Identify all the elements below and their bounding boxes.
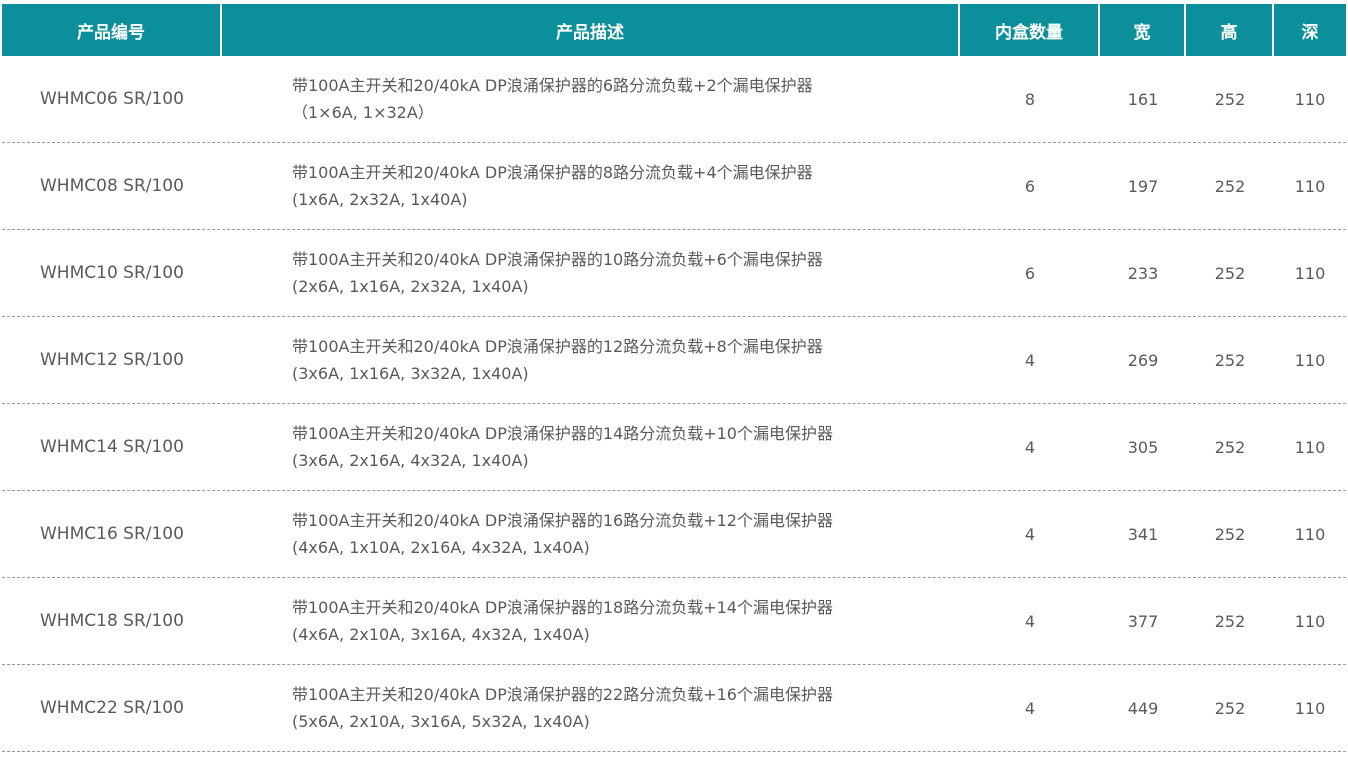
table-row: WHMC06 SR/100 带100A主开关和20/40kA DP浪涌保护器的6… xyxy=(2,56,1346,143)
header-inner-box-quantity: 内盒数量 xyxy=(960,4,1100,56)
depth-value: 110 xyxy=(1294,611,1326,631)
product-description: 带100A主开关和20/40kA DP浪涌保护器的18路分流负载+14个漏电保护… xyxy=(222,578,960,664)
table-row: WHMC12 SR/100 带100A主开关和20/40kA DP浪涌保护器的1… xyxy=(2,317,1346,404)
description-line: 带100A主开关和20/40kA DP浪涌保护器的16路分流负载+12个漏电保护… xyxy=(292,511,833,530)
depth-value: 110 xyxy=(1294,350,1326,370)
product-description: 带100A主开关和20/40kA DP浪涌保护器的6路分流负载+2个漏电保护器 … xyxy=(222,56,960,142)
header-product-description: 产品描述 xyxy=(222,4,960,56)
description-line: 带100A主开关和20/40kA DP浪涌保护器的10路分流负载+6个漏电保护器 xyxy=(292,250,823,269)
table-row: WHMC14 SR/100 带100A主开关和20/40kA DP浪涌保护器的1… xyxy=(2,404,1346,491)
description-spec: (5x6A, 2x10A, 3x16A, 5x32A, 1x40A) xyxy=(292,712,590,731)
inner-box-quantity: 6 xyxy=(1024,176,1036,196)
product-code: WHMC12 SR/100 xyxy=(40,350,184,370)
product-description: 带100A主开关和20/40kA DP浪涌保护器的10路分流负载+6个漏电保护器… xyxy=(222,230,960,316)
description-line: 带100A主开关和20/40kA DP浪涌保护器的22路分流负载+16个漏电保护… xyxy=(292,685,833,704)
description-spec: （1×6A, 1×32A） xyxy=(292,103,434,122)
width-value: 305 xyxy=(1127,437,1159,457)
table-header: 产品编号 产品描述 内盒数量 宽 高 深 xyxy=(2,4,1346,56)
width-value: 449 xyxy=(1127,698,1159,718)
height-value: 252 xyxy=(1214,89,1246,109)
table-row: WHMC22 SR/100 带100A主开关和20/40kA DP浪涌保护器的2… xyxy=(2,665,1346,752)
width-value: 269 xyxy=(1127,350,1159,370)
height-value: 252 xyxy=(1214,350,1246,370)
product-description: 带100A主开关和20/40kA DP浪涌保护器的14路分流负载+10个漏电保护… xyxy=(222,404,960,490)
description-line: 带100A主开关和20/40kA DP浪涌保护器的8路分流负载+4个漏电保护器 xyxy=(292,163,813,182)
product-code: WHMC18 SR/100 xyxy=(40,611,184,631)
product-table: 产品编号 产品描述 内盒数量 宽 高 深 WHMC06 SR/100 带100A… xyxy=(2,4,1346,752)
product-description: 带100A主开关和20/40kA DP浪涌保护器的22路分流负载+16个漏电保护… xyxy=(222,665,960,751)
table-row: WHMC10 SR/100 带100A主开关和20/40kA DP浪涌保护器的1… xyxy=(2,230,1346,317)
height-value: 252 xyxy=(1214,611,1246,631)
depth-value: 110 xyxy=(1294,263,1326,283)
product-code: WHMC16 SR/100 xyxy=(40,524,184,544)
width-value: 377 xyxy=(1127,611,1159,631)
description-line: 带100A主开关和20/40kA DP浪涌保护器的18路分流负载+14个漏电保护… xyxy=(292,598,833,617)
description-spec: (4x6A, 2x10A, 3x16A, 4x32A, 1x40A) xyxy=(292,625,590,644)
width-value: 341 xyxy=(1127,524,1159,544)
product-description: 带100A主开关和20/40kA DP浪涌保护器的8路分流负载+4个漏电保护器 … xyxy=(222,143,960,229)
inner-box-quantity: 4 xyxy=(1024,611,1036,631)
inner-box-quantity: 4 xyxy=(1024,524,1036,544)
width-value: 233 xyxy=(1127,263,1159,283)
header-depth: 深 xyxy=(1274,4,1346,56)
width-value: 197 xyxy=(1127,176,1159,196)
description-line: 带100A主开关和20/40kA DP浪涌保护器的14路分流负载+10个漏电保护… xyxy=(292,424,833,443)
height-value: 252 xyxy=(1214,524,1246,544)
table-row: WHMC18 SR/100 带100A主开关和20/40kA DP浪涌保护器的1… xyxy=(2,578,1346,665)
inner-box-quantity: 8 xyxy=(1024,89,1036,109)
inner-box-quantity: 4 xyxy=(1024,698,1036,718)
description-spec: (1x6A, 2x32A, 1x40A) xyxy=(292,190,468,209)
description-line: 带100A主开关和20/40kA DP浪涌保护器的12路分流负载+8个漏电保护器 xyxy=(292,337,823,356)
table-row: WHMC16 SR/100 带100A主开关和20/40kA DP浪涌保护器的1… xyxy=(2,491,1346,578)
product-description: 带100A主开关和20/40kA DP浪涌保护器的16路分流负载+12个漏电保护… xyxy=(222,491,960,577)
depth-value: 110 xyxy=(1294,89,1326,109)
product-code: WHMC06 SR/100 xyxy=(40,89,184,109)
depth-value: 110 xyxy=(1294,437,1326,457)
height-value: 252 xyxy=(1214,698,1246,718)
header-width: 宽 xyxy=(1100,4,1186,56)
description-spec: (2x6A, 1x16A, 2x32A, 1x40A) xyxy=(292,277,529,296)
description-spec: (3x6A, 1x16A, 3x32A, 1x40A) xyxy=(292,364,529,383)
product-code: WHMC22 SR/100 xyxy=(40,698,184,718)
product-code: WHMC14 SR/100 xyxy=(40,437,184,457)
height-value: 252 xyxy=(1214,437,1246,457)
inner-box-quantity: 4 xyxy=(1024,437,1036,457)
depth-value: 110 xyxy=(1294,698,1326,718)
height-value: 252 xyxy=(1214,263,1246,283)
table-row: WHMC08 SR/100 带100A主开关和20/40kA DP浪涌保护器的8… xyxy=(2,143,1346,230)
description-line: 带100A主开关和20/40kA DP浪涌保护器的6路分流负载+2个漏电保护器 xyxy=(292,76,813,95)
product-description: 带100A主开关和20/40kA DP浪涌保护器的12路分流负载+8个漏电保护器… xyxy=(222,317,960,403)
description-spec: (4x6A, 1x10A, 2x16A, 4x32A, 1x40A) xyxy=(292,538,590,557)
description-spec: (3x6A, 2x16A, 4x32A, 1x40A) xyxy=(292,451,529,470)
depth-value: 110 xyxy=(1294,176,1326,196)
inner-box-quantity: 6 xyxy=(1024,263,1036,283)
product-code: WHMC08 SR/100 xyxy=(40,176,184,196)
height-value: 252 xyxy=(1214,176,1246,196)
inner-box-quantity: 4 xyxy=(1024,350,1036,370)
product-code: WHMC10 SR/100 xyxy=(40,263,184,283)
depth-value: 110 xyxy=(1294,524,1326,544)
header-product-code: 产品编号 xyxy=(2,4,222,56)
width-value: 161 xyxy=(1127,89,1159,109)
header-height: 高 xyxy=(1186,4,1274,56)
